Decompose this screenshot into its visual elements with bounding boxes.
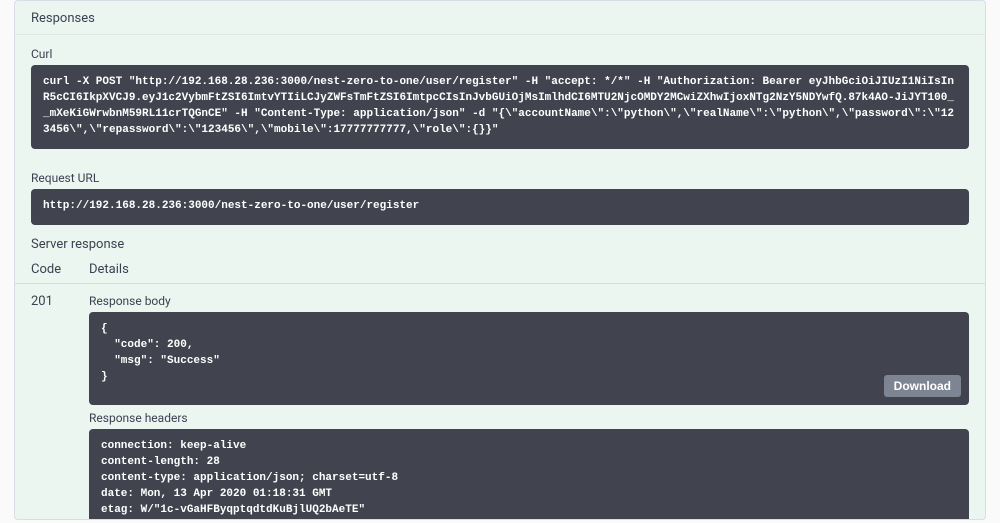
curl-section: Curl curl -X POST "http://192.168.28.236…: [15, 35, 985, 159]
response-headers-code[interactable]: connection: keep-alive content-length: 2…: [89, 429, 969, 520]
response-body-label: Response body: [89, 294, 969, 308]
server-response-row: 201 Response body { "code": 200, "msg": …: [15, 284, 985, 520]
responses-panel: Responses Curl curl -X POST "http://192.…: [14, 0, 986, 520]
request-url-label: Request URL: [31, 171, 969, 185]
responses-title: Responses: [15, 1, 985, 35]
curl-label: Curl: [31, 47, 969, 61]
request-url-section: Request URL http://192.168.28.236:3000/n…: [15, 159, 985, 235]
server-response-label: Server response: [15, 235, 985, 258]
server-response-header-row: Code Details: [15, 258, 985, 284]
response-code: 201: [31, 292, 89, 520]
response-details: Response body { "code": 200, "msg": "Suc…: [89, 292, 969, 520]
response-body-code[interactable]: { "code": 200, "msg": "Success" }: [89, 312, 969, 406]
code-column-header: Code: [31, 262, 89, 277]
details-column-header: Details: [89, 262, 969, 277]
response-headers-label: Response headers: [89, 411, 969, 425]
request-url-code[interactable]: http://192.168.28.236:3000/nest-zero-to-…: [31, 189, 969, 225]
download-button[interactable]: Download: [884, 375, 961, 397]
curl-code[interactable]: curl -X POST "http://192.168.28.236:3000…: [31, 65, 969, 149]
